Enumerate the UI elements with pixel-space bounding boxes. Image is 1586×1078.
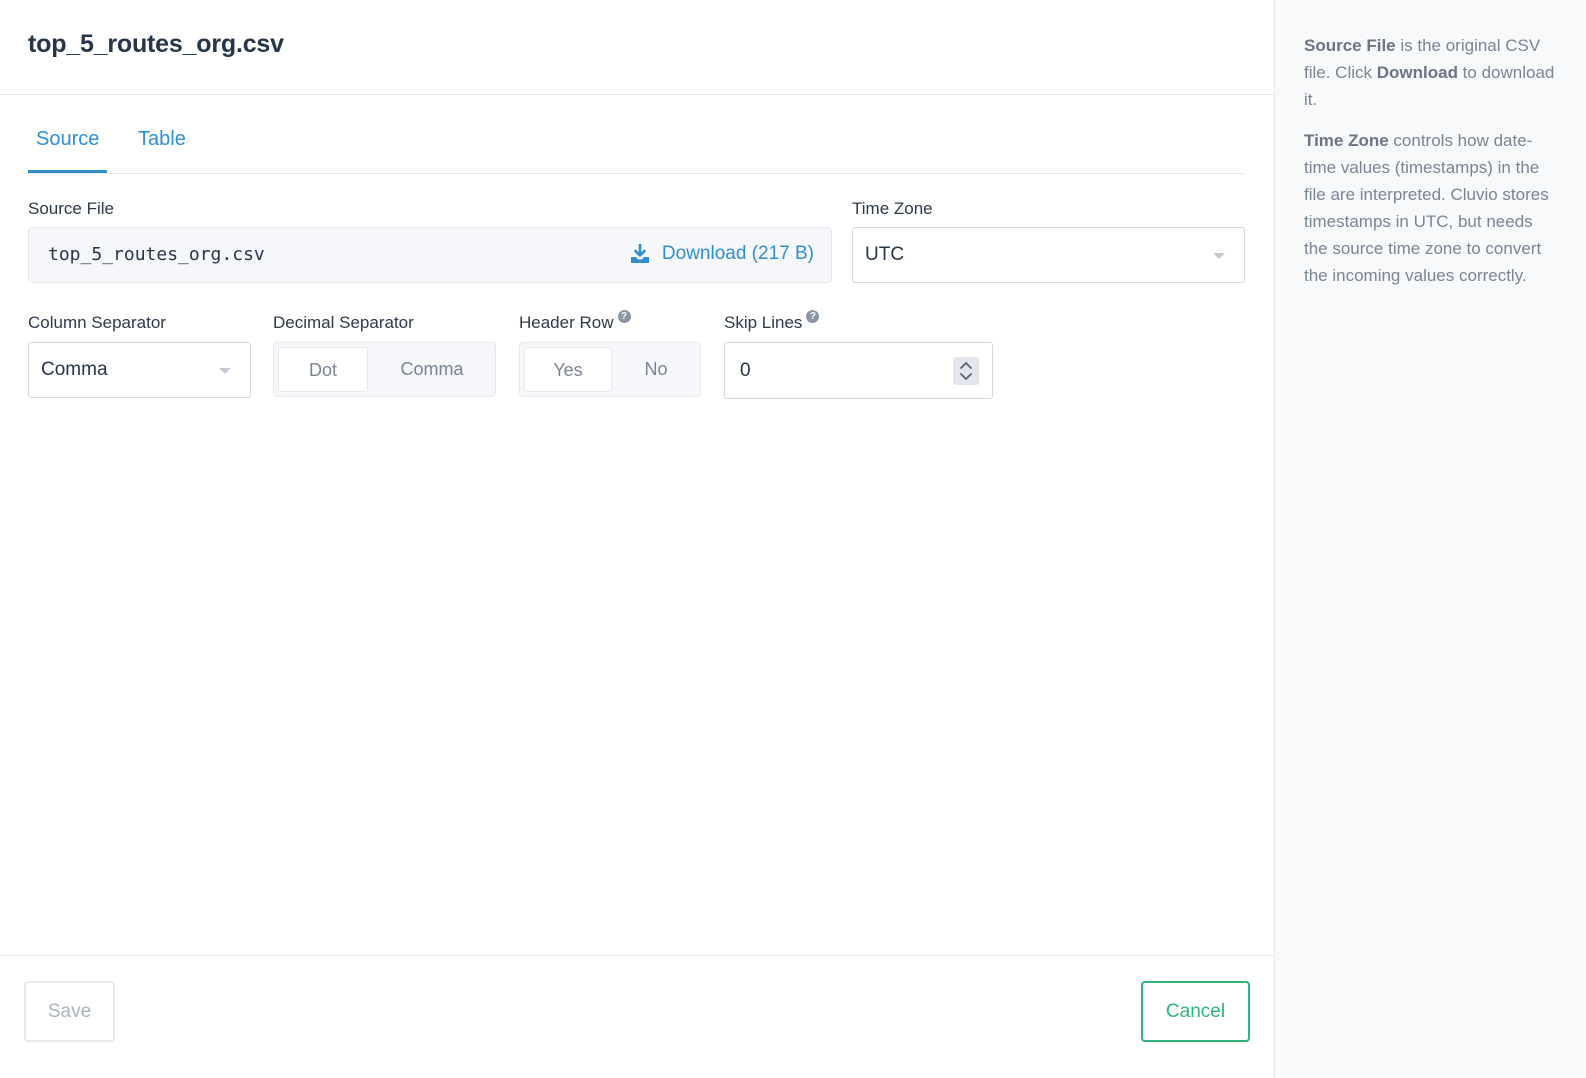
header-row-label-text: Header Row: [519, 313, 614, 332]
save-button[interactable]: Save: [24, 981, 115, 1042]
tab-source[interactable]: Source: [28, 128, 108, 173]
number-stepper[interactable]: [953, 357, 979, 385]
help-text: controls how date-time values (timestamp…: [1304, 131, 1549, 285]
decimal-separator-toggle: Dot Comma: [273, 342, 496, 397]
skip-lines-value: 0: [740, 360, 751, 381]
source-file-label: Source File: [28, 199, 114, 218]
time-zone-select[interactable]: UTC: [852, 227, 1245, 283]
skip-lines-label-text: Skip Lines: [724, 313, 803, 332]
help-icon[interactable]: ?: [806, 310, 820, 323]
stepper-arrows-icon: [960, 361, 972, 381]
page-title: top_5_routes_org.csv: [28, 30, 284, 58]
help-icon[interactable]: ?: [617, 310, 631, 323]
chevron-down-icon: [1213, 253, 1225, 259]
decimal-option-comma[interactable]: Comma: [372, 347, 492, 392]
download-icon: [630, 244, 649, 263]
header-row-toggle: Yes No: [519, 342, 701, 397]
column-separator-select[interactable]: Comma: [28, 342, 251, 398]
skip-lines-input[interactable]: 0: [724, 342, 993, 399]
help-panel: Source File is the original CSV file. Cl…: [1274, 0, 1586, 1078]
help-paragraph-timezone: Time Zone controls how date-time values …: [1304, 127, 1556, 289]
time-zone-value: UTC: [865, 244, 905, 265]
skip-lines-label: Skip Lines?: [724, 310, 820, 333]
help-paragraph-source: Source File is the original CSV file. Cl…: [1304, 32, 1556, 113]
column-separator-value: Comma: [41, 359, 108, 380]
cancel-button[interactable]: Cancel: [1141, 981, 1250, 1042]
tab-bar: Source Table: [28, 118, 1245, 174]
column-separator-label: Column Separator: [28, 313, 166, 332]
source-file-box: top_5_routes_org.csv Download (217 B): [28, 227, 832, 283]
help-term: Time Zone: [1304, 131, 1389, 150]
footer-divider: [0, 955, 1274, 956]
download-button[interactable]: Download (217 B): [630, 243, 814, 265]
decimal-separator-label: Decimal Separator: [273, 313, 414, 332]
source-filename: top_5_routes_org.csv: [48, 244, 265, 265]
header-row-option-no[interactable]: No: [616, 347, 696, 392]
dialog-main: top_5_routes_org.csv Source Table Source…: [0, 0, 1274, 1078]
time-zone-label: Time Zone: [852, 199, 933, 218]
download-label: Download (217 B): [661, 243, 814, 264]
help-term: Download: [1376, 63, 1458, 82]
chevron-down-icon: [219, 368, 231, 374]
header-row-option-yes[interactable]: Yes: [524, 347, 612, 392]
title-divider: [0, 94, 1274, 95]
header-row-label: Header Row?: [519, 310, 631, 333]
help-term: Source File: [1304, 36, 1396, 55]
tab-table[interactable]: Table: [130, 128, 194, 173]
decimal-option-dot[interactable]: Dot: [278, 347, 368, 392]
